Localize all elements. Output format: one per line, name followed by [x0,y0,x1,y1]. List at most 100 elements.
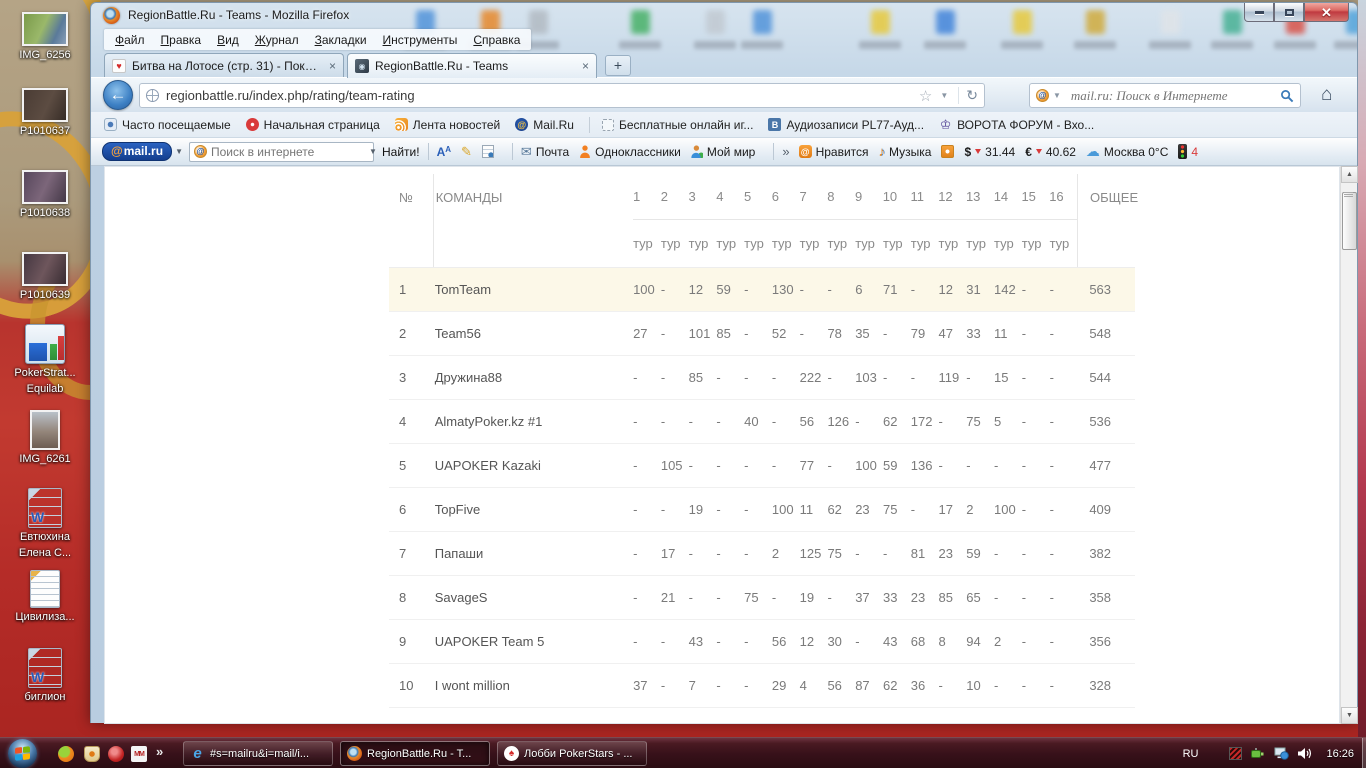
score-cell: 8 [938,634,946,649]
clock[interactable]: 16:26 [1326,748,1354,760]
bookmark-item[interactable]: Начальная страница [245,118,380,132]
score-cell: - [688,414,693,429]
score-cell: - [938,678,943,693]
window-titlebar[interactable]: RegionBattle.Ru - Teams - Mozilla Firefo… [91,3,1357,27]
search-input[interactable] [1070,87,1280,104]
scroll-down-icon[interactable]: ▼ [1341,707,1358,724]
desktop-icon--[interactable]: Цивилиза... [2,570,88,624]
bookmark-item[interactable]: Аудиозаписи PL77-Ауд... [768,118,924,132]
eur-rate[interactable]: €40.62 [1025,145,1076,159]
desktop-icon-p1010638[interactable]: P1010638 [2,170,88,220]
traffic-widget[interactable]: 4 [1178,144,1198,159]
apps-button[interactable] [941,145,955,158]
moy-mir-button[interactable]: Мой мир [690,145,755,159]
quicklaunch-icon-4[interactable] [131,746,147,762]
quicklaunch-icon-1[interactable] [58,746,74,762]
start-button[interactable] [8,739,37,768]
search-magnifier-icon[interactable] [1280,89,1294,103]
desktop-icon-p1010639[interactable]: P1010639 [2,252,88,302]
bookmark-item[interactable]: ВОРОТА ФОРУМ - Вхо... [939,118,1094,132]
taskbar-chevron-icon[interactable]: » [156,744,163,759]
team-position: 8 [399,590,407,605]
score-cell: 37 [633,678,648,693]
mailru-search-input[interactable] [210,144,366,159]
quicklaunch-icon-2[interactable] [84,746,100,762]
show-desktop-button[interactable] [1362,738,1366,768]
bookmark-item[interactable]: Часто посещаемые [104,118,231,132]
font-size-button[interactable] [437,145,451,159]
mailru-search-box[interactable]: @ ▼ [188,141,377,162]
search-engine-icon[interactable]: @ [1036,89,1049,102]
network-tray-icon[interactable] [1274,747,1290,760]
score-cell: 19 [799,590,815,605]
bookmark-item[interactable]: Бесплатные онлайн иг... [601,118,753,132]
quicklaunch-icon-3[interactable] [108,746,124,762]
score-cell: 142 [994,282,1016,297]
scrollbar-thumb[interactable] [1342,192,1357,250]
like-button[interactable]: Нравится [798,145,869,159]
new-tab-button[interactable]: + [605,55,631,76]
tab-close-icon[interactable]: × [329,60,336,72]
col-total-header: ОБЩЕЕ [1076,174,1138,220]
tab-regionbattle[interactable]: ◉ RegionBattle.Ru - Teams × [347,53,597,78]
dropdown-arrow-icon[interactable]: ▼ [369,147,377,156]
highlighter-button[interactable]: ✎ [461,144,472,160]
taskbar-button-firefox[interactable]: RegionBattle.Ru - T... [340,741,490,766]
team-row: 7 Папаши -17- - -2 125 75- -81 23 59- - -382 [389,532,1135,576]
desktop-icon-pokerstrat-[interactable]: PokerStrat... Equilab [2,324,88,396]
score-cell: - [1049,282,1054,297]
music-button[interactable]: ♪ Музыка [879,144,932,159]
tab-close-icon[interactable]: × [582,60,589,72]
volume-tray-icon[interactable] [1298,747,1313,760]
desktop-icon--[interactable]: Евтюхина Елена С... [2,488,88,560]
desktop-icon-p1010637[interactable]: P1010637 [2,88,88,138]
odnoklassniki-button[interactable]: Одноклассники [579,145,681,159]
url-input[interactable] [166,88,915,103]
menu-item-4[interactable]: Журнал [247,31,307,49]
menu-item-5[interactable]: Закладки [307,31,375,49]
menu-item-6[interactable]: Инструменты [375,31,466,49]
language-indicator[interactable]: RU [1183,748,1199,760]
taskbar-button-ie[interactable]: e #s=mailru&i=mail/i... [183,741,333,766]
refresh-icon[interactable]: ↻ [958,87,978,104]
minimize-button[interactable] [1244,3,1274,22]
blank-cell [389,220,433,267]
close-button[interactable]: ✕ [1304,3,1349,22]
back-button[interactable]: ← [103,80,133,110]
score-cell: 17 [938,502,953,517]
tab-lotos-forum[interactable]: ♥ Битва на Лотосе (стр. 31) - Покер о...… [104,53,344,78]
find-on-page-button[interactable] [481,145,494,158]
url-bar[interactable]: ☆ ▼ ↻ [139,83,985,108]
dropdown-arrow-icon[interactable]: ▼ [175,147,183,156]
menu-item-3[interactable]: Вид [209,31,247,49]
dropdown-arrow-icon[interactable]: ▼ [940,91,948,100]
maximize-button[interactable] [1274,3,1304,22]
taskbar-button-pokerstars[interactable]: ♠ Лобби PokerStars - ... [497,741,647,766]
home-button[interactable]: ⌂ [1321,84,1332,106]
score-cell: 10 [966,678,981,693]
search-bar[interactable]: @ ▼ [1029,83,1301,108]
globe-icon [146,89,159,102]
desktop-icon-img_6261[interactable]: IMG_6261 [2,410,88,466]
mailru-logo[interactable]: @ mail.ru [102,142,173,161]
scroll-up-icon[interactable]: ▲ [1341,166,1358,183]
desktop-icon-img_6256[interactable]: IMG_6256 [2,12,88,62]
menu-item-2[interactable]: Правка [153,31,210,49]
battery-tray-icon[interactable] [1251,748,1265,760]
usd-rate[interactable]: $31.44 [964,145,1015,159]
search-engine-dropdown-icon[interactable]: ▼ [1053,91,1061,100]
desktop-icon--[interactable]: биглион [2,648,88,704]
bookmark-item[interactable]: Лента новостей [394,118,500,132]
bookmark-item[interactable]: Mail.Ru [515,118,574,132]
find-button[interactable]: Найти! [382,145,420,159]
weather-widget[interactable]: ☁ Москва 0°C [1086,143,1168,160]
mail-button[interactable]: ✉ Почта [521,144,569,160]
vertical-scrollbar[interactable]: ▲ ▼ [1340,166,1358,724]
menu-item-1[interactable]: Файл [107,31,153,49]
menu-item-7[interactable]: Справка [465,31,528,49]
overflow-chevron-icon[interactable]: » [782,144,789,159]
kaspersky-tray-icon[interactable] [1229,747,1243,760]
score-cell: 85 [938,590,953,605]
round-col-header: 6 [771,174,800,220]
bookmark-star-icon[interactable]: ☆ [919,87,932,105]
